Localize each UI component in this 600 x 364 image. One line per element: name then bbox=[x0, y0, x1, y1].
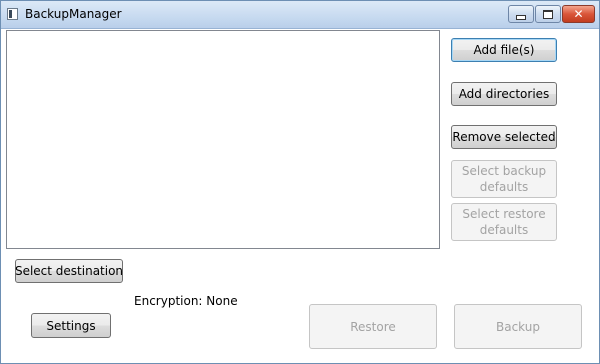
add-files-button[interactable]: Add file(s) bbox=[451, 38, 557, 62]
remove-selected-button[interactable]: Remove selected bbox=[451, 125, 557, 149]
add-directories-button[interactable]: Add directories bbox=[451, 82, 557, 106]
backup-button[interactable]: Backup bbox=[454, 304, 582, 349]
window-controls: ✕ bbox=[508, 5, 595, 23]
minimize-icon bbox=[516, 14, 526, 20]
select-backup-defaults-button[interactable]: Select backup defaults bbox=[451, 160, 557, 198]
file-list[interactable] bbox=[6, 30, 440, 249]
backup-manager-window: BackupManager ✕ Add file(s) Add director… bbox=[0, 0, 600, 364]
title-bar[interactable]: BackupManager ✕ bbox=[1, 1, 599, 29]
select-restore-defaults-button[interactable]: Select restore defaults bbox=[451, 203, 557, 241]
close-icon: ✕ bbox=[573, 7, 584, 21]
encryption-status: Encryption: None bbox=[134, 294, 238, 308]
restore-button[interactable]: Restore bbox=[309, 304, 437, 349]
maximize-button[interactable] bbox=[535, 5, 561, 23]
close-button[interactable]: ✕ bbox=[562, 5, 595, 23]
select-destination-button[interactable]: Select destination bbox=[15, 259, 123, 283]
window-title: BackupManager bbox=[25, 7, 122, 21]
settings-button[interactable]: Settings bbox=[31, 313, 111, 338]
app-icon[interactable] bbox=[7, 8, 18, 20]
minimize-button[interactable] bbox=[508, 5, 534, 23]
maximize-icon bbox=[543, 9, 553, 19]
